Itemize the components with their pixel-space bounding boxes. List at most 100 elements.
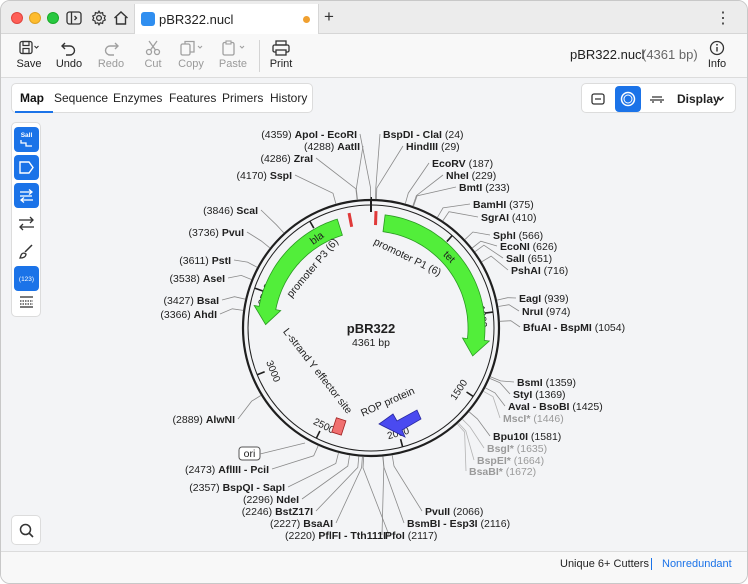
restriction-sites-toggle[interactable]: SalI	[14, 127, 39, 152]
restriction-site-label[interactable]: (4288) AatII	[304, 141, 360, 153]
restriction-site-label[interactable]: HindIII (29)	[406, 141, 460, 153]
sidebar-toggle-icon[interactable]	[65, 9, 83, 27]
restriction-site-label[interactable]: (4170) SspI	[237, 170, 293, 182]
restriction-site-label[interactable]: NheI (229)	[446, 170, 496, 182]
site-enzyme-name: ApoI - EcoRI	[295, 129, 357, 141]
bla-gene-feature[interactable]	[253, 218, 343, 326]
restriction-site-label[interactable]: BmtI (233)	[459, 182, 510, 194]
find-button[interactable]	[11, 515, 41, 545]
restriction-site-label[interactable]: PshAI (716)	[511, 265, 568, 277]
ori-label[interactable]: ori	[244, 448, 256, 460]
restriction-site-label[interactable]: (3846) ScaI	[203, 205, 258, 217]
tab-primers[interactable]: Primers	[222, 91, 263, 105]
rop-protein-feature[interactable]	[378, 409, 422, 438]
site-leader-line	[301, 455, 350, 500]
chevron-down-icon[interactable]	[716, 94, 725, 103]
tab-sequence[interactable]: Sequence	[54, 91, 108, 105]
redo-button[interactable]: Redo	[89, 36, 133, 76]
restriction-site-label[interactable]: EcoNI (626)	[500, 241, 557, 253]
site-enzyme-name: EcoNI	[500, 241, 530, 253]
restriction-site-label[interactable]: (3366) AhdI	[160, 309, 217, 321]
site-position: (2066)	[450, 506, 483, 518]
sequence-text-toggle[interactable]	[14, 290, 39, 315]
site-position: (4286)	[260, 153, 293, 165]
restriction-site-label[interactable]: BamHI (375)	[473, 199, 534, 211]
promoter-p3-mark[interactable]	[347, 212, 354, 228]
tab-map[interactable]: Map	[20, 91, 44, 105]
site-position: (651)	[525, 253, 552, 265]
scale-tick	[309, 220, 315, 229]
restriction-site-label[interactable]: Bpu10I (1581)	[493, 431, 561, 443]
features-toggle[interactable]	[14, 155, 39, 180]
restriction-site-label[interactable]: (2296) NdeI	[243, 494, 299, 506]
site-leader-line	[404, 162, 430, 204]
restriction-site-label[interactable]: (3538) AseI	[170, 273, 226, 285]
circular-view-button[interactable]	[615, 86, 641, 112]
restriction-site-label[interactable]: NruI (974)	[522, 306, 570, 318]
restriction-site-label[interactable]: (2473) AflIII - PciI	[185, 464, 269, 476]
restriction-site-label[interactable]: BfuAI - BspMI (1054)	[523, 322, 625, 334]
restriction-site-label[interactable]: BspDI - ClaI (24)	[383, 129, 464, 141]
restriction-site-label[interactable]: BsmBI - Esp3I (2116)	[407, 518, 510, 530]
restriction-site-label[interactable]: (3611) PstI	[179, 255, 231, 267]
site-leader-line	[496, 297, 517, 301]
save-button[interactable]: Save	[7, 36, 51, 76]
sequence-view-button[interactable]	[644, 86, 670, 112]
print-button[interactable]: Print	[259, 36, 303, 76]
tab-enzymes[interactable]: Enzymes	[113, 91, 162, 105]
undo-button[interactable]: Undo	[47, 36, 91, 76]
restriction-site-label[interactable]: (3736) PvuI	[189, 227, 245, 239]
restriction-site-label[interactable]: (2220) PflFI - Tth111I	[285, 530, 386, 542]
site-enzyme-name: BamHI	[473, 199, 506, 211]
promoter-p1-mark[interactable]	[374, 211, 378, 226]
restriction-site-label[interactable]: StyI (1369)	[513, 389, 566, 401]
info-button[interactable]: Info	[695, 36, 739, 76]
restriction-site-label[interactable]: EagI (939)	[519, 293, 569, 305]
restriction-site-label[interactable]: (2246) BstZ17I	[242, 506, 313, 518]
new-tab-button[interactable]: +	[324, 7, 334, 27]
gear-icon[interactable]	[90, 9, 108, 27]
restriction-site-label[interactable]: (4286) ZraI	[260, 153, 313, 165]
restriction-site-label[interactable]: SalI (651)	[506, 253, 552, 265]
document-tab[interactable]: pBR322.nucl	[134, 4, 319, 34]
restriction-site-label[interactable]: SgrAI (410)	[481, 212, 536, 224]
restriction-site-label[interactable]: BsmI (1359)	[517, 377, 576, 389]
primers-toggle[interactable]	[14, 183, 39, 208]
view-tabs: Map Sequence Enzymes Features Primers Hi…	[11, 83, 313, 113]
annotation-tool[interactable]	[14, 239, 39, 264]
plasmid-map[interactable]: 5001000150020002500300035004000tetblapro…	[1, 118, 748, 551]
display-menu-button[interactable]: Display	[677, 92, 720, 106]
restriction-site-label[interactable]: (2357) BspQI - SapI	[189, 482, 285, 494]
restriction-site-label[interactable]: PfoI (2117)	[385, 530, 437, 542]
home-icon[interactable]	[112, 9, 130, 27]
tab-features[interactable]: Features	[169, 91, 216, 105]
restriction-site-label[interactable]: AvaI - BsoBI (1425)	[508, 401, 603, 413]
paste-button[interactable]: Paste	[211, 36, 255, 76]
restriction-site-label[interactable]: (3427) BsaI	[164, 295, 220, 307]
minimize-window-button[interactable]	[29, 12, 41, 24]
enzyme-set-label[interactable]: Unique 6+ Cutters	[560, 558, 649, 570]
tab-history[interactable]: History	[270, 91, 307, 105]
restriction-site-label[interactable]: (2227) BsaAI	[270, 518, 333, 530]
site-leader-line	[376, 145, 404, 200]
restriction-site-label[interactable]: BsgI* (1635)	[487, 443, 547, 455]
restriction-site-label[interactable]: PvuII (2066)	[425, 506, 483, 518]
nonredundant-link[interactable]: Nonredundant	[662, 558, 732, 570]
restriction-site-label[interactable]: EcoRV (187)	[432, 158, 493, 170]
copy-button[interactable]: Copy	[169, 36, 213, 76]
site-position: (1581)	[528, 431, 561, 443]
close-window-button[interactable]	[11, 12, 23, 24]
restriction-site-label[interactable]: (4359) ApoI - EcoRI	[261, 129, 357, 141]
tet-gene-feature[interactable]	[382, 214, 491, 357]
zoom-window-button[interactable]	[47, 12, 59, 24]
linear-view-button[interactable]	[585, 86, 611, 112]
effector-site-mark[interactable]	[331, 417, 347, 436]
restriction-site-label[interactable]: MscI* (1446)	[503, 413, 564, 425]
site-enzyme-name: AflIII - PciI	[218, 464, 269, 476]
orientation-toggle[interactable]	[14, 211, 39, 236]
numbering-toggle[interactable]: (123)	[14, 266, 39, 291]
restriction-site-label[interactable]: (2889) AlwNI	[173, 414, 236, 426]
plasmid-map-canvas[interactable]: 5001000150020002500300035004000tetblapro…	[1, 118, 748, 551]
restriction-site-label[interactable]: BsaBI* (1672)	[469, 466, 536, 478]
more-menu-button[interactable]: ⋮	[715, 8, 731, 28]
